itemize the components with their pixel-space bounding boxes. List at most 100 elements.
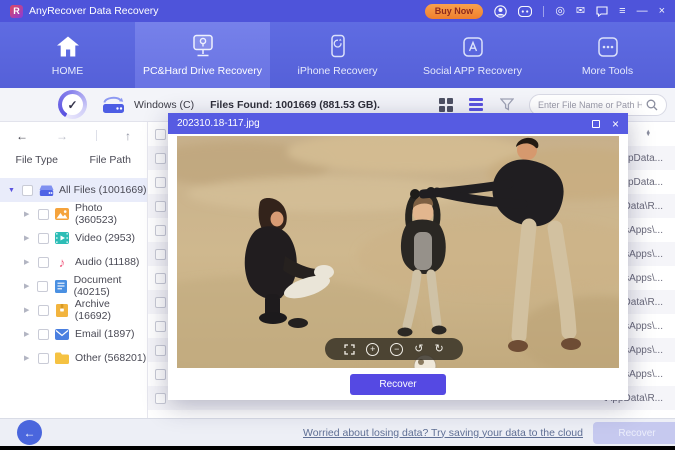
row-checkbox[interactable] <box>155 297 166 308</box>
phone-restore-icon <box>330 34 346 60</box>
checkbox-document[interactable] <box>37 281 48 292</box>
tree-item-label: Photo (360523) <box>75 202 147 226</box>
back-arrow-icon[interactable]: ← <box>16 129 28 143</box>
tree-item-video[interactable]: ▶ Video (2953) <box>0 226 147 250</box>
checkbox-all-files[interactable] <box>22 185 33 196</box>
scan-progress-ring: ✓ <box>58 90 87 119</box>
rotate-left-icon[interactable]: ↺ <box>414 344 423 355</box>
tree-item-label: Document (40215) <box>74 274 147 298</box>
preview-window-controls: × <box>592 118 619 130</box>
tree-item-document[interactable]: ▶ Document (40215) <box>0 274 147 298</box>
tab-more-tools-label: More Tools <box>582 65 633 77</box>
photo-preview: + − ↺ ↻ <box>177 136 619 368</box>
tree-item-all-files[interactable]: ▼ All Files (1001669) <box>0 178 147 202</box>
list-view-icon[interactable] <box>469 98 483 110</box>
feedback-icon[interactable] <box>596 6 608 17</box>
checkbox-photo[interactable] <box>38 209 49 220</box>
preview-file-name: 202310.18-117.jpg <box>177 118 260 129</box>
support-icon[interactable]: ◎ <box>555 6 565 17</box>
checkbox-other[interactable] <box>38 353 49 364</box>
filter-icon[interactable] <box>500 98 514 111</box>
search-input[interactable] <box>538 100 642 110</box>
close-preview-icon[interactable]: × <box>612 118 619 130</box>
caret-right-icon[interactable]: ▶ <box>24 354 33 362</box>
tab-file-path[interactable]: File Path <box>74 149 148 176</box>
discord-icon[interactable] <box>518 6 532 17</box>
caret-right-icon[interactable]: ▶ <box>24 306 33 314</box>
photo-tools-bar: + − ↺ ↻ <box>325 338 463 360</box>
search-icon[interactable] <box>646 99 658 111</box>
checkbox-audio[interactable] <box>38 257 49 268</box>
zoom-in-icon[interactable]: + <box>366 343 379 356</box>
tab-pc-hard-drive-recovery[interactable]: PC&Hard Drive Recovery <box>135 22 270 88</box>
tab-iphone-recovery-label: iPhone Recovery <box>298 65 378 77</box>
up-arrow-icon[interactable]: ↑ <box>125 129 131 143</box>
caret-right-icon[interactable]: ▶ <box>24 258 33 266</box>
checkbox-email[interactable] <box>38 329 49 340</box>
zoom-out-icon[interactable]: − <box>390 343 403 356</box>
close-button[interactable]: × <box>659 6 665 17</box>
caret-down-icon[interactable]: ▼ <box>8 187 17 194</box>
fullscreen-icon[interactable] <box>344 344 355 355</box>
caret-right-icon[interactable]: ▶ <box>24 234 33 242</box>
tab-social-app-recovery[interactable]: Social APP Recovery <box>405 22 540 88</box>
recover-all-button[interactable]: Recover <box>593 422 675 444</box>
forward-arrow-icon[interactable]: → <box>56 129 68 143</box>
grid-view-icon[interactable] <box>439 98 452 111</box>
checkbox-video[interactable] <box>38 233 49 244</box>
cloud-backup-link[interactable]: Worried about losing data? Try saving yo… <box>303 427 583 439</box>
sort-icon[interactable]: ▲ ▼ <box>646 131 651 138</box>
minimize-button[interactable]: — <box>637 6 648 17</box>
account-icon[interactable] <box>494 5 507 18</box>
tree-item-audio[interactable]: ▶ ♪ Audio (11188) <box>0 250 147 274</box>
tab-social-app-recovery-label: Social APP Recovery <box>423 65 522 77</box>
menu-icon[interactable]: ≡ <box>619 6 625 17</box>
email-icon <box>54 327 70 341</box>
tab-more-tools[interactable]: More Tools <box>540 22 675 88</box>
drive-icon <box>38 183 54 197</box>
tree-item-photo[interactable]: ▶ Photo (360523) <box>0 202 147 226</box>
plus-glyph: + <box>370 344 375 354</box>
tree-item-archive[interactable]: ▶ Archive (16692) <box>0 298 147 322</box>
buy-now-button[interactable]: Buy Now <box>425 4 484 19</box>
rotate-right-icon[interactable]: ↻ <box>435 344 444 355</box>
row-checkbox[interactable] <box>155 345 166 356</box>
main-navigation: HOME PC&Hard Drive Recovery iPhone Recov… <box>0 22 675 88</box>
tab-home[interactable]: HOME <box>0 22 135 88</box>
maximize-icon[interactable] <box>592 120 600 128</box>
tree-item-other[interactable]: ▶ Other (568201) <box>0 346 147 370</box>
row-checkbox[interactable] <box>155 153 166 164</box>
back-button[interactable]: ← <box>17 420 42 445</box>
tree-item-email[interactable]: ▶ Email (1897) <box>0 322 147 346</box>
tab-iphone-recovery[interactable]: iPhone Recovery <box>270 22 405 88</box>
tab-file-type-label: File Type <box>16 154 58 166</box>
tab-home-label: HOME <box>52 65 84 77</box>
select-all-checkbox[interactable] <box>155 129 166 140</box>
app-logo-icon: R <box>10 5 23 18</box>
row-checkbox[interactable] <box>155 225 166 236</box>
row-checkbox[interactable] <box>155 393 166 404</box>
app-title: AnyRecover Data Recovery <box>29 5 159 17</box>
row-checkbox[interactable] <box>155 369 166 380</box>
video-icon <box>54 231 70 245</box>
caret-right-icon[interactable]: ▶ <box>24 282 32 290</box>
titlebar-separator <box>543 6 544 17</box>
mail-icon[interactable]: ✉ <box>576 6 585 17</box>
row-checkbox[interactable] <box>155 201 166 212</box>
audio-icon: ♪ <box>54 255 70 269</box>
row-checkbox[interactable] <box>155 273 166 284</box>
caret-right-icon[interactable]: ▶ <box>24 210 33 218</box>
folder-icon <box>54 351 70 365</box>
file-type-tree: ▼ All Files (1001669) ▶ Photo (360523) ▶ <box>0 176 147 370</box>
row-checkbox[interactable] <box>155 177 166 188</box>
sidebar-nav-separator <box>96 130 97 141</box>
tree-item-label: Other (568201) <box>75 352 146 364</box>
checkbox-archive[interactable] <box>38 305 49 316</box>
caret-right-icon[interactable]: ▶ <box>24 330 33 338</box>
preview-modal: 202310.18-117.jpg × <box>168 113 628 400</box>
row-checkbox[interactable] <box>155 321 166 332</box>
row-checkbox[interactable] <box>155 249 166 260</box>
tab-file-type[interactable]: File Type <box>0 149 74 176</box>
drive-label: Windows (C) <box>134 99 194 111</box>
recover-file-button[interactable]: Recover <box>350 374 446 395</box>
